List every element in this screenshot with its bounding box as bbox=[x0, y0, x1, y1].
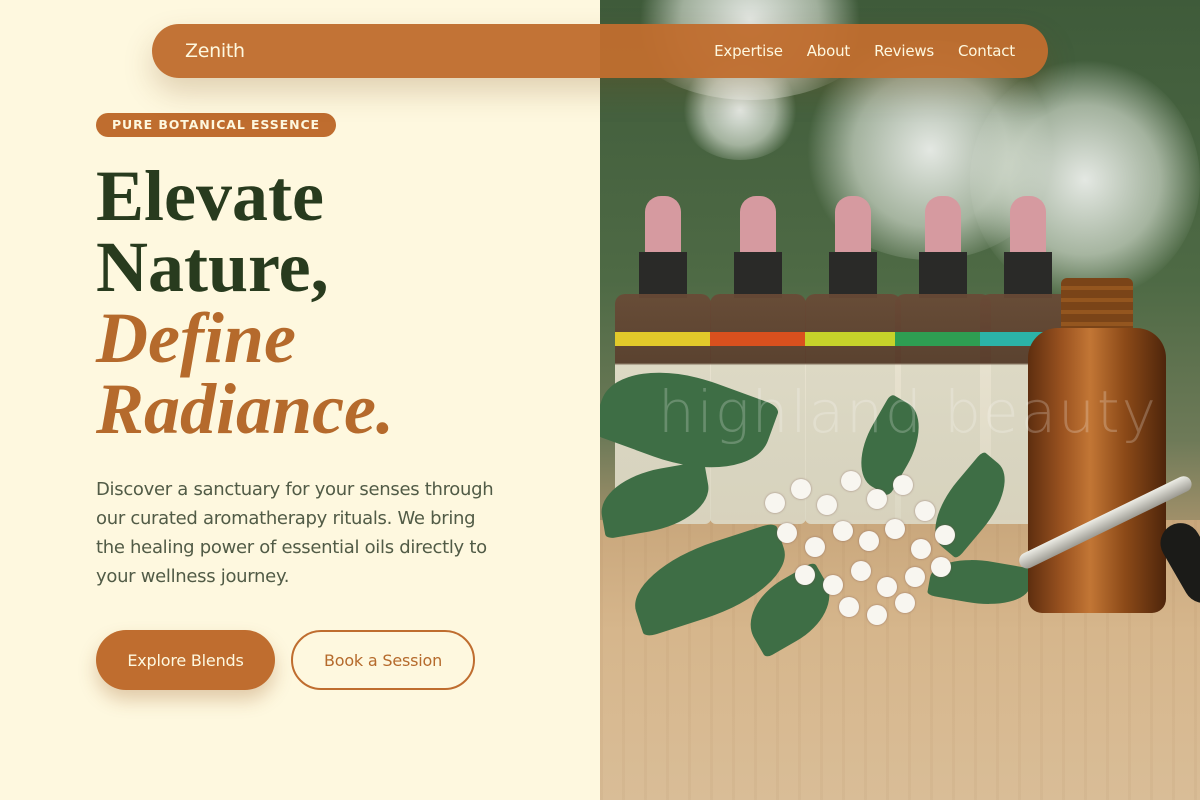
headline-accent-1: Define bbox=[96, 298, 296, 378]
nav-link-contact[interactable]: Contact bbox=[958, 42, 1015, 60]
hero-headline: Elevate Nature, Define Radiance. bbox=[96, 156, 576, 449]
brand-logo[interactable]: Zenith bbox=[185, 40, 245, 62]
headline-line-2: Nature, bbox=[96, 227, 329, 307]
image-watermark: highland beauty bbox=[658, 378, 1158, 446]
nav-link-expertise[interactable]: Expertise bbox=[714, 42, 783, 60]
hero-image: highland beauty bbox=[600, 0, 1200, 800]
headline-accent-2: Radiance. bbox=[96, 369, 394, 449]
explore-blends-button[interactable]: Explore Blends bbox=[96, 630, 275, 690]
headline-line-1: Elevate bbox=[96, 156, 324, 236]
nav-links: Expertise About Reviews Contact bbox=[714, 42, 1015, 60]
top-navbar: Zenith Expertise About Reviews Contact bbox=[152, 24, 1048, 78]
hero-description: Discover a sanctuary for your senses thr… bbox=[96, 479, 494, 587]
nav-link-about[interactable]: About bbox=[807, 42, 851, 60]
nav-link-reviews[interactable]: Reviews bbox=[874, 42, 934, 60]
book-session-button[interactable]: Book a Session bbox=[291, 630, 475, 690]
hero-section: PURE BOTANICAL ESSENCE Elevate Nature, D… bbox=[0, 0, 600, 800]
hero-badge: PURE BOTANICAL ESSENCE bbox=[96, 113, 336, 137]
white-flower-cluster bbox=[755, 465, 965, 625]
